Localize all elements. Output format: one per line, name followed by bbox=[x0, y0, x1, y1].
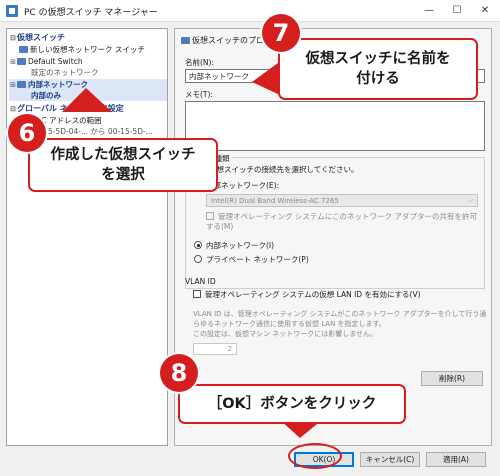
collapse-icon[interactable]: ⊟ bbox=[9, 33, 17, 44]
callout-text: を選択 bbox=[101, 167, 145, 183]
checkbox-icon[interactable] bbox=[193, 290, 201, 298]
callout-text: ［OK］ボタンをクリック bbox=[207, 396, 377, 412]
title-bar: PC の仮想スイッチ マネージャー — ☐ ✕ bbox=[0, 0, 500, 22]
adapter-value: Intel(R) Dual Band Wireless-AC 7265 bbox=[211, 197, 339, 205]
network-icon bbox=[17, 58, 26, 65]
tree-section-virtual-switches[interactable]: ⊟仮想スイッチ bbox=[9, 32, 65, 43]
ok-button-highlight bbox=[288, 443, 342, 469]
connection-type-desc: この仮想スイッチの接続先を選択してください。 bbox=[194, 165, 359, 174]
switch-tree: ⊟仮想スイッチ 新しい仮想ネットワーク スイッチ ⊞ Default Switch… bbox=[6, 28, 168, 446]
chevron-down-icon: ⌵ bbox=[467, 196, 473, 204]
vlan-desc-line: らゆるネットワーク通信に使用する仮想 LAN を指定します。 bbox=[193, 320, 386, 328]
private-network-label: プライベート ネットワーク(P) bbox=[206, 255, 309, 264]
tree-section-global[interactable]: ⊟グローバル ネットワーク設定 bbox=[9, 103, 124, 114]
step-badge-7: 7 bbox=[262, 14, 300, 52]
tree-item-sub: 00-15-5D-04-... から 00-15-5D-... bbox=[31, 127, 153, 136]
tree-item-label: 新しい仮想ネットワーク スイッチ bbox=[30, 45, 145, 54]
share-adapter-label: 管理オペレーティング システムにこのネットワーク アダプターの共有を許可する(M… bbox=[206, 212, 477, 231]
app-icon bbox=[6, 5, 18, 17]
memo-label: メモ(T): bbox=[185, 90, 213, 99]
expand-icon[interactable]: ⊞ bbox=[9, 57, 17, 68]
vlan-checkbox[interactable]: 管理オペレーティング システムの仮想 LAN ID を有効にする(V) bbox=[193, 289, 421, 300]
internal-network-label: 内部ネットワーク(I) bbox=[206, 241, 275, 250]
share-adapter-checkbox[interactable]: 管理オペレーティング システムにこのネットワーク アダプターの共有を許可する(M… bbox=[206, 212, 478, 232]
adapter-select[interactable]: Intel(R) Dual Band Wireless-AC 7265 ⌵ bbox=[206, 194, 478, 207]
tree-item-sub: 既定のネットワーク bbox=[31, 68, 99, 77]
callout-step6: 作成した仮想スイッチ を選択 bbox=[28, 138, 218, 192]
tree-item-sub: 内部のみ bbox=[9, 90, 167, 101]
memo-textarea[interactable] bbox=[185, 101, 485, 151]
tree-item-label: 内部ネットワーク bbox=[28, 80, 88, 89]
connection-type-group: 接続の種類 この仮想スイッチの接続先を選択してください。 外部ネットワーク(E)… bbox=[185, 153, 485, 289]
checkbox-icon[interactable] bbox=[206, 212, 214, 220]
callout-text: 作成した仮想スイッチ bbox=[50, 147, 196, 163]
switch-icon bbox=[181, 37, 190, 44]
tree-item-internal-network[interactable]: ⊞ 内部ネットワーク bbox=[9, 79, 167, 90]
tree-section-label: 仮想スイッチ bbox=[17, 33, 65, 42]
internal-network-radio[interactable]: 内部ネットワーク(I) bbox=[194, 240, 274, 251]
radio-icon[interactable] bbox=[194, 255, 202, 263]
vlan-checkbox-label: 管理オペレーティング システムの仮想 LAN ID を有効にする(V) bbox=[205, 290, 421, 299]
tree-item-new-switch[interactable]: 新しい仮想ネットワーク スイッチ bbox=[19, 44, 145, 55]
vlan-title: VLAN ID bbox=[185, 277, 216, 286]
collapse-icon[interactable]: ⊟ bbox=[9, 104, 17, 115]
step-badge-8: 8 bbox=[160, 354, 198, 392]
callout-step7: 仮想スイッチに名前を 付ける bbox=[278, 38, 478, 100]
private-network-radio[interactable]: プライベート ネットワーク(P) bbox=[194, 254, 309, 265]
step-badge-6: 6 bbox=[8, 114, 46, 152]
callout-step8: ［OK］ボタンをクリック bbox=[178, 384, 406, 424]
network-icon bbox=[17, 81, 26, 88]
close-button[interactable]: ✕ bbox=[472, 0, 498, 22]
radio-selected-icon[interactable] bbox=[194, 241, 202, 249]
cancel-button[interactable]: キャンセル(C) bbox=[360, 452, 420, 467]
tree-item-default-switch[interactable]: ⊞ Default Switch bbox=[9, 56, 83, 67]
remove-button[interactable]: 削除(R) bbox=[421, 371, 483, 386]
vlan-desc-line: VLAN ID は、管理オペレーティング システムがこのネットワーク アダプター… bbox=[193, 310, 487, 318]
new-switch-icon bbox=[19, 46, 28, 53]
callout-text: 仮想スイッチに名前を bbox=[305, 51, 451, 67]
apply-button[interactable]: 適用(A) bbox=[426, 452, 486, 467]
callout-text: 付ける bbox=[356, 71, 400, 87]
name-label: 名前(N): bbox=[185, 58, 214, 67]
tree-item-label: Default Switch bbox=[28, 57, 83, 66]
maximize-button[interactable]: ☐ bbox=[444, 0, 470, 22]
vlan-group: VLAN ID 管理オペレーティング システムの仮想 LAN ID を有効にする… bbox=[185, 277, 487, 361]
minimize-button[interactable]: — bbox=[416, 0, 442, 22]
window-title: PC の仮想スイッチ マネージャー bbox=[24, 8, 158, 18]
tree-section-label: グローバル ネットワーク設定 bbox=[17, 104, 124, 113]
vlan-desc-line: この設定は、仮想マシン ネットワークには影響しません。 bbox=[193, 330, 378, 338]
vlan-id-stepper[interactable]: 2 bbox=[193, 343, 237, 355]
